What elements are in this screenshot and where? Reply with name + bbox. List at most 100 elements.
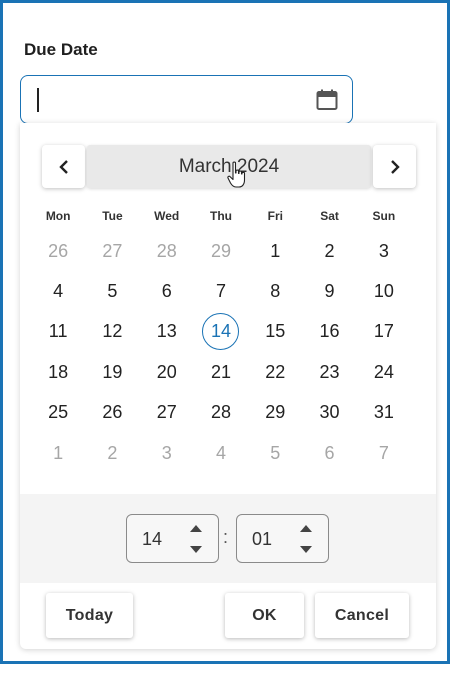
day-cell-other-month[interactable]: 6 bbox=[302, 433, 356, 473]
day-cell[interactable]: 25 bbox=[31, 393, 85, 433]
hours-spinner[interactable]: 14 bbox=[126, 514, 219, 563]
day-number: 2 bbox=[324, 240, 335, 261]
day-number: 8 bbox=[270, 281, 281, 302]
day-cell[interactable]: 4 bbox=[31, 271, 85, 311]
day-cell[interactable]: 17 bbox=[357, 312, 411, 352]
text-caret bbox=[37, 88, 39, 112]
day-number: 16 bbox=[319, 321, 340, 342]
chevron-right-icon bbox=[390, 159, 400, 174]
day-number: 19 bbox=[102, 361, 123, 382]
day-number: 12 bbox=[102, 321, 123, 342]
weekday-label: Mon bbox=[45, 209, 71, 223]
day-cell-other-month[interactable]: 1 bbox=[31, 433, 85, 473]
day-number: 10 bbox=[373, 281, 394, 302]
day-cell[interactable]: 5 bbox=[85, 271, 139, 311]
day-cell-other-month[interactable]: 28 bbox=[140, 231, 194, 271]
day-cell[interactable]: 16 bbox=[302, 312, 356, 352]
day-cell[interactable]: 26 bbox=[85, 393, 139, 433]
day-cell[interactable]: 28 bbox=[194, 393, 248, 433]
day-number: 5 bbox=[270, 442, 281, 463]
day-cell[interactable]: 24 bbox=[357, 352, 411, 392]
day-number: 26 bbox=[48, 240, 69, 261]
day-cell-today[interactable]: 14 bbox=[194, 312, 248, 352]
day-number: 20 bbox=[156, 361, 177, 382]
day-number: 30 bbox=[319, 402, 340, 423]
day-cell-other-month[interactable]: 2 bbox=[85, 433, 139, 473]
weekday-label: Thu bbox=[209, 209, 232, 223]
hours-value[interactable]: 14 bbox=[142, 529, 162, 550]
day-number: 2 bbox=[107, 442, 118, 463]
today-button[interactable]: Today bbox=[46, 593, 133, 638]
day-cell[interactable]: 12 bbox=[85, 312, 139, 352]
day-cell[interactable]: 30 bbox=[302, 393, 356, 433]
day-cell[interactable]: 22 bbox=[248, 352, 302, 392]
weekday-label: Sat bbox=[320, 209, 339, 223]
chevron-up-icon[interactable] bbox=[298, 522, 314, 534]
day-cell[interactable]: 29 bbox=[248, 393, 302, 433]
day-cell[interactable]: 2 bbox=[302, 231, 356, 271]
day-cell[interactable]: 11 bbox=[31, 312, 85, 352]
day-number: 3 bbox=[378, 240, 389, 261]
day-cell[interactable]: 27 bbox=[140, 393, 194, 433]
next-month-button[interactable] bbox=[373, 145, 416, 188]
day-number: 6 bbox=[324, 442, 335, 463]
day-number: 28 bbox=[156, 240, 177, 261]
day-number: 4 bbox=[53, 281, 64, 302]
weekday-label: Wed bbox=[154, 209, 180, 223]
day-cell[interactable]: 20 bbox=[140, 352, 194, 392]
day-number: 24 bbox=[373, 361, 394, 382]
day-cell[interactable]: 31 bbox=[357, 393, 411, 433]
month-year-title[interactable]: March 2024 bbox=[87, 145, 371, 188]
day-number: 23 bbox=[319, 361, 340, 382]
day-number: 6 bbox=[161, 281, 172, 302]
day-number: 27 bbox=[102, 240, 123, 261]
day-cell-other-month[interactable]: 29 bbox=[194, 231, 248, 271]
day-cell[interactable]: 9 bbox=[302, 271, 356, 311]
minutes-value[interactable]: 01 bbox=[252, 529, 272, 550]
calendar-icon[interactable] bbox=[314, 87, 340, 113]
day-number: 7 bbox=[215, 281, 226, 302]
day-cell[interactable]: 1 bbox=[248, 231, 302, 271]
day-cell-other-month[interactable]: 5 bbox=[248, 433, 302, 473]
day-cell-other-month[interactable]: 3 bbox=[140, 433, 194, 473]
field-label: Due Date bbox=[24, 40, 98, 59]
weekday-label: Sun bbox=[372, 209, 396, 223]
chevron-down-icon[interactable] bbox=[188, 543, 204, 555]
day-cell-other-month[interactable]: 7 bbox=[357, 433, 411, 473]
time-separator: : bbox=[223, 527, 229, 547]
day-cell[interactable]: 8 bbox=[248, 271, 302, 311]
day-number: 21 bbox=[210, 361, 231, 382]
day-number: 22 bbox=[265, 361, 286, 382]
day-cell[interactable]: 6 bbox=[140, 271, 194, 311]
chevron-up-icon[interactable] bbox=[188, 522, 204, 534]
day-cell[interactable]: 10 bbox=[357, 271, 411, 311]
day-number: 1 bbox=[53, 442, 64, 463]
day-number: 7 bbox=[378, 442, 389, 463]
day-number: 18 bbox=[48, 361, 69, 382]
day-cell[interactable]: 3 bbox=[357, 231, 411, 271]
calendar-popup: March 2024 Mon Tue Wed Thu Fri Sat Sun 26 27 28 2… bbox=[20, 123, 436, 649]
day-number: 11 bbox=[48, 321, 68, 342]
day-cell[interactable]: 23 bbox=[302, 352, 356, 392]
day-cell[interactable]: 18 bbox=[31, 352, 85, 392]
day-number: 4 bbox=[215, 442, 226, 463]
due-date-input[interactable] bbox=[20, 75, 353, 124]
day-cell-other-month[interactable]: 4 bbox=[194, 433, 248, 473]
day-cell-other-month[interactable]: 27 bbox=[85, 231, 139, 271]
day-cell[interactable]: 21 bbox=[194, 352, 248, 392]
time-picker: 14 : 01 bbox=[20, 494, 436, 583]
weekday-label: Fri bbox=[267, 209, 283, 223]
day-number: 26 bbox=[102, 402, 123, 423]
ok-button[interactable]: OK bbox=[225, 593, 304, 638]
day-cell[interactable]: 19 bbox=[85, 352, 139, 392]
prev-month-button[interactable] bbox=[42, 145, 85, 188]
day-cell[interactable]: 15 bbox=[248, 312, 302, 352]
chevron-down-icon[interactable] bbox=[298, 543, 314, 555]
minutes-spinner[interactable]: 01 bbox=[236, 514, 329, 563]
day-cell[interactable]: 13 bbox=[140, 312, 194, 352]
day-cell[interactable]: 7 bbox=[194, 271, 248, 311]
day-number: 27 bbox=[156, 402, 177, 423]
cancel-button[interactable]: Cancel bbox=[315, 593, 409, 638]
day-cell-other-month[interactable]: 26 bbox=[31, 231, 85, 271]
day-number: 1 bbox=[270, 240, 281, 261]
